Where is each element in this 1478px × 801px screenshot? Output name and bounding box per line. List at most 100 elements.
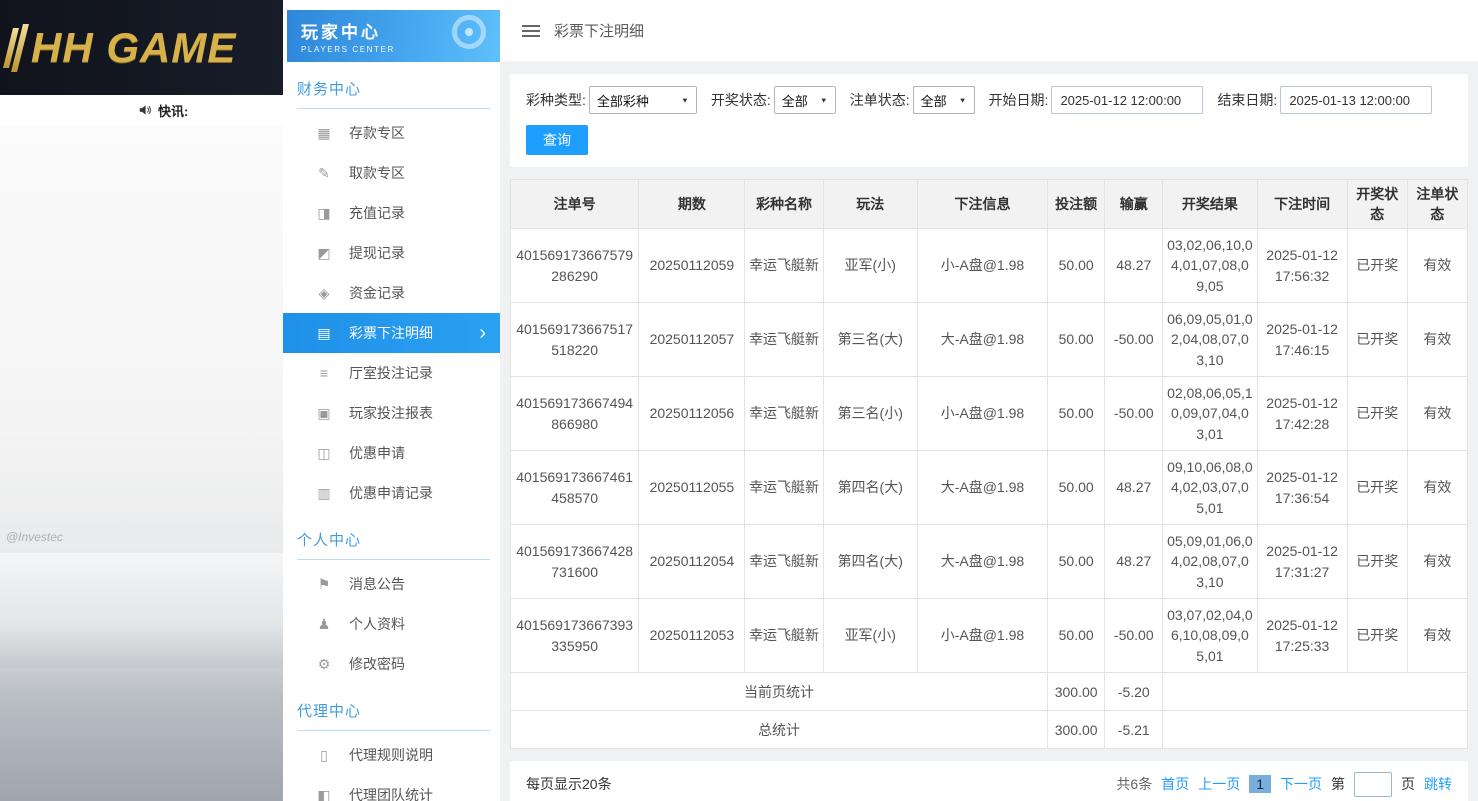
cell-bet-info: 小-A盘@1.98 (917, 229, 1047, 303)
cell-period: 20250112056 (639, 377, 745, 451)
menu-toggle-icon[interactable] (522, 25, 540, 37)
current-page[interactable]: 1 (1249, 775, 1271, 793)
cell-win-loss: 48.27 (1105, 229, 1163, 303)
page-jump-input[interactable] (1354, 772, 1392, 797)
page-stats-win-loss: -5.20 (1105, 673, 1163, 711)
stats-empty-cell (1163, 673, 1468, 711)
bets-table-panel: 注单号期数彩种名称玩法下注信息投注额输赢开奖结果下注时间开奖状态注单状态 401… (510, 179, 1468, 749)
cell-win-loss: -50.00 (1105, 599, 1163, 673)
page-stats-label: 当前页统计 (511, 673, 1048, 711)
sidebar-item-label: 玩家投注报表 (349, 403, 433, 423)
cell-draw-result: 03,07,02,04,06,10,08,09,05,01 (1163, 599, 1257, 673)
bet-row: 40156917366749486698020250112056幸运飞艇新第三名… (511, 377, 1468, 451)
cell-bet-amount: 50.00 (1048, 451, 1105, 525)
sidebar-item-label: 优惠申请记录 (349, 483, 433, 503)
page-stats-row: 当前页统计 300.00 -5.20 (511, 673, 1468, 711)
sidebar-item-hall-bet-records[interactable]: ≡厅室投注记录 (283, 353, 500, 393)
menu-section-title: 个人中心 (297, 529, 490, 560)
col-header-play: 玩法 (823, 180, 917, 229)
sidebar-item-lottery-bet-details[interactable]: ▤彩票下注明细› (283, 313, 500, 353)
sidebar-item-label: 取款专区 (349, 163, 405, 183)
col-header-bet-info: 下注信息 (917, 180, 1047, 229)
cell-play: 第三名(小) (823, 377, 917, 451)
brand-logo[interactable]: HH GAME (8, 24, 236, 72)
sidebar-item-messages[interactable]: ⚑ 消息公告 (283, 564, 500, 604)
search-button[interactable]: 查询 (526, 125, 588, 155)
sidebar-item-label: 消息公告 (349, 574, 405, 594)
order-status-select[interactable]: 全部 ▼ (913, 86, 975, 114)
cell-draw-status: 已开奖 (1347, 451, 1407, 525)
prev-page-link[interactable]: 上一页 (1198, 774, 1240, 794)
cell-play: 第三名(大) (823, 303, 917, 377)
sidebar-item-label: 代理团队统计 (349, 785, 433, 801)
cell-bet-time: 2025-01-12 17:31:27 (1257, 525, 1347, 599)
cell-period: 20250112059 (639, 229, 745, 303)
player-bet-report-icon: ▣ (315, 405, 333, 422)
sidebar-item-recharge-records[interactable]: ◨充值记录 (283, 193, 500, 233)
sidebar-item-promo-apply-records[interactable]: ▥优惠申请记录 (283, 473, 500, 513)
chevron-right-icon: › (479, 323, 486, 343)
withdrawal-record-icon: ◩ (315, 245, 333, 262)
cell-order-no: 401569173667579286290 (511, 229, 639, 303)
main-content: 彩种类型: 全部彩种 ▼ 开奖状态: 全部 ▼ 注单状态: 全部 ▼ 开始日期:… (500, 62, 1478, 801)
sidebar-item-player-bet-report[interactable]: ▣ 玩家投注报表 (283, 393, 500, 433)
cell-draw-status: 已开奖 (1347, 303, 1407, 377)
lottery-type-select[interactable]: 全部彩种 ▼ (589, 86, 697, 114)
chevron-down-icon: ▼ (681, 96, 689, 104)
start-date-input[interactable] (1051, 86, 1203, 114)
end-date-input[interactable] (1280, 86, 1432, 114)
bets-table: 注单号期数彩种名称玩法下注信息投注额输赢开奖结果下注时间开奖状态注单状态 401… (510, 179, 1468, 749)
sidebar-item-funds-records[interactable]: ◈ 资金记录 (283, 273, 500, 313)
hamburger-bar (522, 25, 540, 27)
table-body: 40156917366757928629020250112059 幸运飞艇新 亚军(… (511, 229, 1468, 673)
chevron-down-icon: ▼ (820, 96, 828, 104)
next-page-link[interactable]: 下一页 (1280, 774, 1322, 794)
bet-row: 40156917366742873160020250112054幸运飞艇新第四名… (511, 525, 1468, 599)
first-page-link[interactable]: 首页 (1161, 774, 1189, 794)
lottery-type-value: 全部彩种 (597, 91, 649, 110)
pagination-panel: 每页显示20条 共6条 首页 上一页 1 下一页 第 页 跳转 (510, 761, 1468, 801)
end-date-label: 结束日期: (1217, 90, 1277, 110)
jump-button[interactable]: 跳转 (1424, 774, 1452, 794)
cell-order-status: 有效 (1407, 377, 1467, 451)
sidebar-header: 玩家中心 PLAYERS CENTER (287, 10, 500, 62)
funds-record-icon: ◈ (315, 285, 333, 302)
sidebar-item-agent-rules[interactable]: ▯代理规则说明 (283, 735, 500, 775)
bet-row: 40156917366751751822020250112057幸运飞艇新第三名… (511, 303, 1468, 377)
cell-play: 亚军(小) (823, 229, 917, 303)
sidebar-item-profile[interactable]: ♟个人资料 (283, 604, 500, 644)
sidebar-item-label: 资金记录 (349, 283, 405, 303)
message-icon: ⚑ (315, 576, 333, 593)
sidebar-item-deposit[interactable]: ▦存款专区 (283, 113, 500, 153)
cell-bet-amount: 50.00 (1048, 229, 1105, 303)
filter-panel: 彩种类型: 全部彩种 ▼ 开奖状态: 全部 ▼ 注单状态: 全部 ▼ 开始日期:… (510, 74, 1468, 167)
col-header-lottery-name: 彩种名称 (745, 180, 823, 229)
cell-order-status: 有效 (1407, 303, 1467, 377)
sidebar-item-change-password[interactable]: ⚙修改密码 (283, 644, 500, 684)
film-reel-icon (452, 15, 486, 49)
sidebar-item-agent-team-stats[interactable]: ◧代理团队统计 (283, 775, 500, 801)
cell-order-status: 有效 (1407, 229, 1467, 303)
cell-bet-amount: 50.00 (1048, 525, 1105, 599)
topbar: 彩票下注明细 (500, 0, 1478, 62)
cell-order-status: 有效 (1407, 599, 1467, 673)
draw-status-select[interactable]: 全部 ▼ (774, 86, 836, 114)
sidebar-item-withdraw[interactable]: ✎取款专区 (283, 153, 500, 193)
col-header-draw-result: 开奖结果 (1163, 180, 1257, 229)
sidebar-item-promo-apply[interactable]: ◫优惠申请 (283, 433, 500, 473)
page-stats-bet-amount: 300.00 (1048, 673, 1105, 711)
cell-order-status: 有效 (1407, 451, 1467, 525)
total-stats-win-loss: -5.21 (1105, 711, 1163, 749)
cell-period: 20250112057 (639, 303, 745, 377)
menu-section-title: 代理中心 (297, 700, 490, 731)
cell-win-loss: 48.27 (1105, 525, 1163, 599)
profile-icon: ♟ (315, 616, 333, 633)
cell-period: 20250112055 (639, 451, 745, 525)
cell-lottery-name: 幸运飞艇新 (745, 451, 823, 525)
total-stats-label: 总统计 (511, 711, 1048, 749)
cell-bet-time: 2025-01-12 17:56:32 (1257, 229, 1347, 303)
table-header-row: 注单号期数彩种名称玩法下注信息投注额输赢开奖结果下注时间开奖状态注单状态 (511, 180, 1468, 229)
cell-lottery-name: 幸运飞艇新 (745, 599, 823, 673)
total-stats-bet-amount: 300.00 (1048, 711, 1105, 749)
sidebar-item-withdrawal-records[interactable]: ◩提现记录 (283, 233, 500, 273)
